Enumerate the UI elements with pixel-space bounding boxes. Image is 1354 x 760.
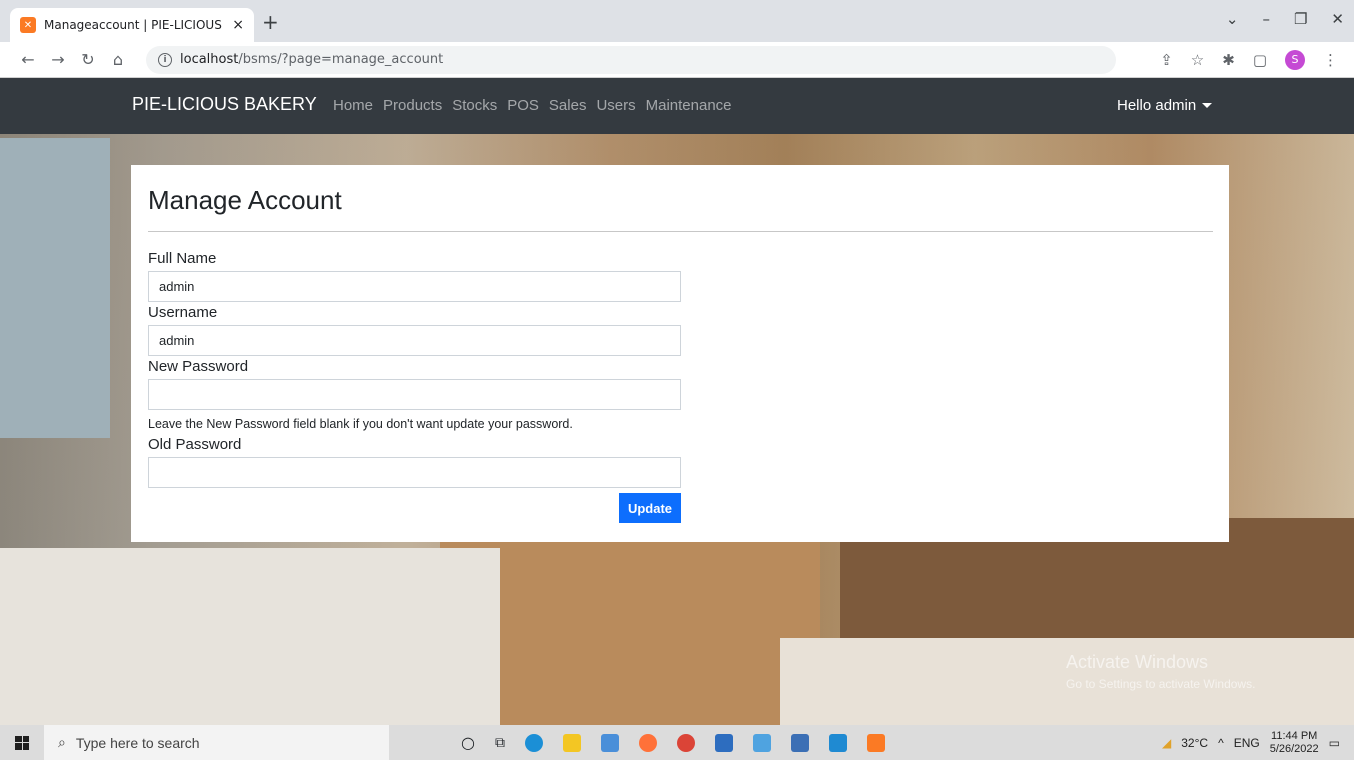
home-icon[interactable]: ⌂: [106, 50, 130, 69]
nav-link-users[interactable]: Users: [596, 97, 635, 114]
url-host: localhost: [180, 52, 239, 67]
watermark-title: Activate Windows: [1066, 652, 1209, 672]
system-tray: ◢ 32°C ^ ENG 11:44 PM 5/26/2022 ▭: [1162, 730, 1354, 756]
background-photo-counter: [0, 548, 500, 725]
fullname-input[interactable]: admin: [148, 271, 681, 302]
close-window-button[interactable]: ✕: [1331, 10, 1344, 28]
store-icon[interactable]: [600, 733, 619, 752]
username-label: Username: [148, 304, 218, 321]
windows-logo-icon: [15, 735, 29, 750]
password-help-text: Leave the New Password field blank if yo…: [148, 417, 573, 431]
browser-toolbar: ← → ↻ ⌂ i localhost /bsms/?page=manage_a…: [0, 42, 1354, 78]
firefox-icon[interactable]: [638, 733, 657, 752]
clock-date: 5/26/2022: [1269, 742, 1319, 755]
tab-title: Manageaccount | PIE-LICIOUS BAKERY: [44, 18, 224, 32]
xampp-taskbar-icon[interactable]: [866, 733, 885, 752]
app-icon-network[interactable]: [790, 733, 809, 752]
language-indicator[interactable]: ENG: [1234, 736, 1260, 750]
nav-link-pos[interactable]: POS: [507, 97, 539, 114]
new-password-input[interactable]: [148, 379, 681, 410]
caret-down-icon: [1202, 103, 1213, 108]
reload-icon[interactable]: ↻: [76, 50, 100, 69]
share-icon[interactable]: ⇪: [1160, 51, 1173, 69]
search-icon: ⌕: [58, 734, 66, 750]
nav-link-sales[interactable]: Sales: [549, 97, 587, 114]
activate-windows-watermark: Activate Windows Go to Settings to activ…: [1066, 652, 1255, 691]
task-view-icon[interactable]: ⧉: [495, 735, 505, 751]
back-arrow-icon[interactable]: ←: [16, 50, 40, 69]
old-password-input[interactable]: [148, 457, 681, 488]
tab-close-icon[interactable]: ×: [232, 17, 244, 33]
tab-search-icon[interactable]: ⌄: [1226, 10, 1239, 28]
start-button[interactable]: [0, 725, 44, 760]
address-bar[interactable]: i localhost /bsms/?page=manage_account: [146, 45, 1116, 74]
nav-link-products[interactable]: Products: [383, 97, 442, 114]
cortana-icon[interactable]: ○: [461, 733, 475, 752]
side-panel-icon[interactable]: ▢: [1253, 51, 1267, 69]
clock[interactable]: 11:44 PM 5/26/2022: [1270, 730, 1319, 756]
watermark-subtitle: Go to Settings to activate Windows.: [1066, 677, 1256, 691]
page-title: Manage Account: [148, 185, 342, 215]
nav-link-maintenance[interactable]: Maintenance: [646, 97, 732, 114]
weather-icon[interactable]: ◢: [1162, 736, 1171, 750]
user-greeting: Hello admin: [1117, 97, 1197, 114]
navbar-brand[interactable]: PIE-LICIOUS BAKERY: [132, 94, 317, 115]
fullname-label: Full Name: [148, 250, 217, 267]
taskbar-apps: ○ ⧉: [461, 733, 885, 752]
info-icon[interactable]: i: [158, 52, 172, 67]
profile-avatar[interactable]: S: [1285, 49, 1305, 70]
weather-temp[interactable]: 32°C: [1181, 736, 1208, 750]
minimize-button[interactable]: –: [1262, 10, 1270, 28]
bookmark-star-icon[interactable]: ☆: [1191, 51, 1204, 69]
taskbar-search[interactable]: ⌕ Type here to search: [44, 725, 389, 760]
taskbar-search-placeholder: Type here to search: [75, 734, 200, 751]
vscode-icon[interactable]: [828, 733, 847, 752]
extensions-puzzle-icon[interactable]: ✱: [1222, 51, 1235, 69]
chrome-icon[interactable]: [676, 733, 695, 752]
edge-icon[interactable]: [524, 733, 543, 752]
title-divider: [148, 231, 1213, 232]
file-explorer-icon[interactable]: [562, 733, 581, 752]
menu-kebab-icon[interactable]: ⋮: [1323, 51, 1338, 69]
user-dropdown[interactable]: Hello admin: [1117, 97, 1213, 114]
chevron-up-icon[interactable]: ^: [1218, 736, 1224, 750]
browser-tabstrip: ✕ Manageaccount | PIE-LICIOUS BAKERY × +…: [0, 0, 1354, 42]
nav-link-stocks[interactable]: Stocks: [452, 97, 497, 114]
window-controls: ⌄ – ❐ ✕: [1226, 10, 1344, 28]
nav-links: Home Products Stocks POS Sales Users Mai…: [333, 97, 732, 114]
new-password-label: New Password: [148, 358, 249, 375]
manage-account-card: Manage Account Full Name admin Username …: [131, 165, 1229, 542]
notification-icon[interactable]: ▭: [1329, 736, 1340, 750]
new-tab-button[interactable]: +: [262, 12, 279, 32]
background-photo-window: [0, 138, 110, 438]
xampp-icon: ✕: [20, 17, 36, 33]
browser-tab[interactable]: ✕ Manageaccount | PIE-LICIOUS BAKERY ×: [10, 8, 254, 42]
url-path: /bsms/?page=manage_account: [238, 52, 444, 67]
nav-link-home[interactable]: Home: [333, 97, 373, 114]
app-icon-paint[interactable]: [752, 733, 771, 752]
page-viewport: PIE-LICIOUS BAKERY Home Products Stocks …: [0, 78, 1354, 725]
toolbar-actions: ⇪ ☆ ✱ ▢ S ⋮: [1160, 49, 1338, 70]
site-navbar: PIE-LICIOUS BAKERY Home Products Stocks …: [0, 78, 1354, 134]
clock-time: 11:44 PM: [1271, 729, 1318, 742]
windows-taskbar: ⌕ Type here to search ○ ⧉ ◢ 32°C ^ ENG 1…: [0, 725, 1354, 760]
forward-arrow-icon[interactable]: →: [46, 50, 70, 69]
restore-button[interactable]: ❐: [1294, 10, 1307, 28]
app-icon-blue[interactable]: [714, 733, 733, 752]
username-input[interactable]: admin: [148, 325, 681, 356]
update-button[interactable]: Update: [619, 493, 681, 523]
old-password-label: Old Password: [148, 436, 242, 453]
